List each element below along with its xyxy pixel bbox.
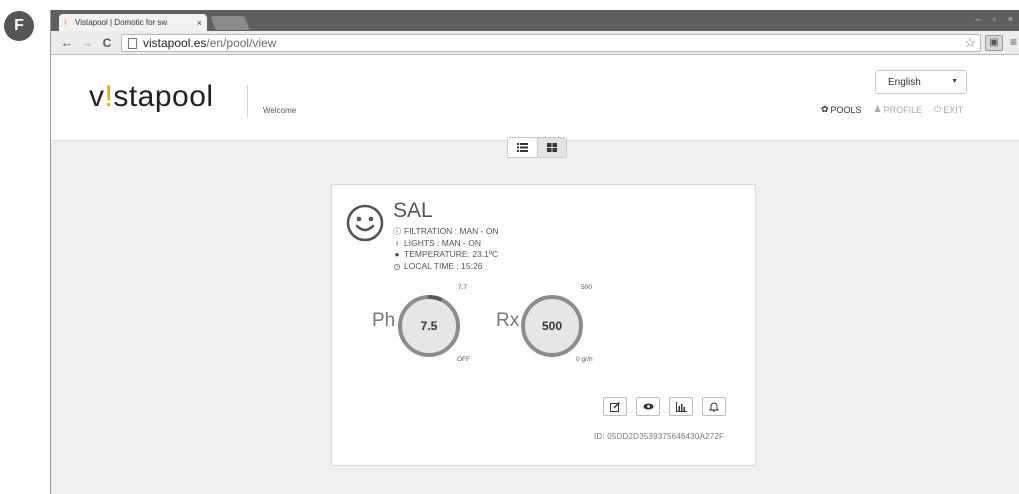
new-tab-button[interactable] xyxy=(210,16,250,30)
chart-button[interactable] xyxy=(669,397,693,416)
bookmark-star-icon[interactable]: ☆ xyxy=(964,35,976,51)
pool-status: ⓘ FILTRATION : MAN - ON ♀ LIGHTS : MAN -… xyxy=(393,226,499,272)
screenshot: F ! Vistapool | Domotic for sw × – ▫ × ←… xyxy=(0,0,1019,494)
ph-label: Ph xyxy=(372,310,396,331)
browser-toolbar: ← → C vistapool.es/en/pool/view ☆ ▣ ≡ xyxy=(51,31,1019,55)
minimize-icon[interactable]: – xyxy=(976,14,981,24)
drop-icon: ● xyxy=(394,250,400,259)
pool-name[interactable]: SAL xyxy=(393,199,433,223)
menu-icon[interactable]: ≡ xyxy=(1010,35,1017,49)
pool-card: SAL ⓘ FILTRATION : MAN - ON ♀ LIGHTS : M… xyxy=(331,184,756,466)
rx-gauge[interactable]: Rx 500 500 0 gr/h xyxy=(496,284,636,370)
view-toggle xyxy=(507,137,567,158)
list-icon xyxy=(517,143,528,152)
clock-icon: ◷ xyxy=(393,261,401,271)
nav-exit[interactable]: ⏻ EXIT xyxy=(934,104,963,115)
edit-button[interactable] xyxy=(603,397,627,416)
tab-strip: ! Vistapool | Domotic for sw × – ▫ × xyxy=(51,10,1019,31)
lights-status: ♀ LIGHTS : MAN - ON xyxy=(394,237,481,248)
grid-view-button[interactable] xyxy=(537,138,566,157)
power-icon: ⏻ xyxy=(934,104,942,114)
smiley-icon xyxy=(346,204,384,242)
favicon-icon: ! xyxy=(64,17,67,28)
nav-profile[interactable]: ♟ PROFILE xyxy=(874,104,923,115)
rx-target: 500 xyxy=(581,284,592,291)
nav-pools[interactable]: ✿ POOLS xyxy=(821,104,862,115)
maximize-icon[interactable]: ▫ xyxy=(993,14,996,24)
reload-icon[interactable]: C xyxy=(97,33,117,53)
temperature-status: ● TEMPERATURE: 23.1ºC xyxy=(394,249,499,259)
site-header: v!stapool Welcome English ▼ ✿ POOLS ♟ PR… xyxy=(51,56,1019,141)
browser-window: ! Vistapool | Domotic for sw × – ▫ × ← →… xyxy=(50,10,1019,494)
pool-actions xyxy=(603,397,726,416)
forward-icon[interactable]: → xyxy=(77,33,97,53)
browser-tab[interactable]: ! Vistapool | Domotic for sw × xyxy=(59,14,207,31)
figure-marker: F xyxy=(4,11,34,41)
grid-icon xyxy=(547,143,557,152)
nav-profile-label: PROFILE xyxy=(883,104,923,115)
lightbulb-icon: ♀ xyxy=(394,238,400,248)
ph-sub-status: OFF xyxy=(457,356,470,363)
address-bar[interactable]: vistapool.es/en/pool/view ☆ xyxy=(121,34,981,52)
view-button[interactable] xyxy=(636,397,660,416)
page-icon xyxy=(128,37,137,49)
welcome-text: Welcome xyxy=(263,106,297,115)
info-icon: ⓘ xyxy=(393,227,401,236)
bell-icon xyxy=(709,402,719,412)
nav-pools-label: POOLS xyxy=(830,104,862,115)
ph-target: 7.7 xyxy=(458,284,468,291)
vistapool-logo[interactable]: v!stapool xyxy=(89,80,214,114)
edit-icon xyxy=(610,401,620,412)
extension-icon[interactable]: ▣ xyxy=(985,35,1003,51)
page-content: v!stapool Welcome English ▼ ✿ POOLS ♟ PR… xyxy=(51,56,1019,494)
tab-title: Vistapool | Domotic for sw xyxy=(75,18,168,27)
chart-icon xyxy=(675,401,687,412)
header-divider xyxy=(247,85,248,117)
ph-gauge[interactable]: Ph 7.5 7.7 OFF xyxy=(372,284,502,370)
rx-label: Rx xyxy=(496,310,520,331)
list-view-button[interactable] xyxy=(508,138,537,157)
filtration-status: ⓘ FILTRATION : MAN - ON xyxy=(393,226,499,236)
person-icon: ♟ xyxy=(873,104,882,114)
device-id: ID: 05DD2D3539375646430A272F xyxy=(594,432,725,441)
local-time-status: ◷ LOCAL TIME : 15:26 xyxy=(393,260,483,271)
nav-exit-label: EXIT xyxy=(943,104,964,115)
url-path: /en/pool/view xyxy=(206,36,277,50)
tab-close-icon[interactable]: × xyxy=(197,18,202,28)
alarm-button[interactable] xyxy=(702,397,726,416)
caret-down-icon: ▼ xyxy=(951,78,958,85)
window-controls: – ▫ × xyxy=(976,14,1013,24)
gear-icon: ✿ xyxy=(821,104,829,114)
view-icon xyxy=(643,403,653,410)
ph-value: 7.5 xyxy=(420,319,438,333)
back-icon[interactable]: ← xyxy=(57,33,77,53)
header-nav: ✿ POOLS ♟ PROFILE ⏻ EXIT xyxy=(821,104,963,115)
close-window-icon[interactable]: × xyxy=(1008,14,1013,24)
rx-sub-status: 0 gr/h xyxy=(576,356,593,363)
url-host: vistapool.es xyxy=(143,36,207,50)
language-value: English xyxy=(888,76,921,88)
language-select[interactable]: English ▼ xyxy=(875,70,967,94)
rx-value: 500 xyxy=(541,319,563,333)
